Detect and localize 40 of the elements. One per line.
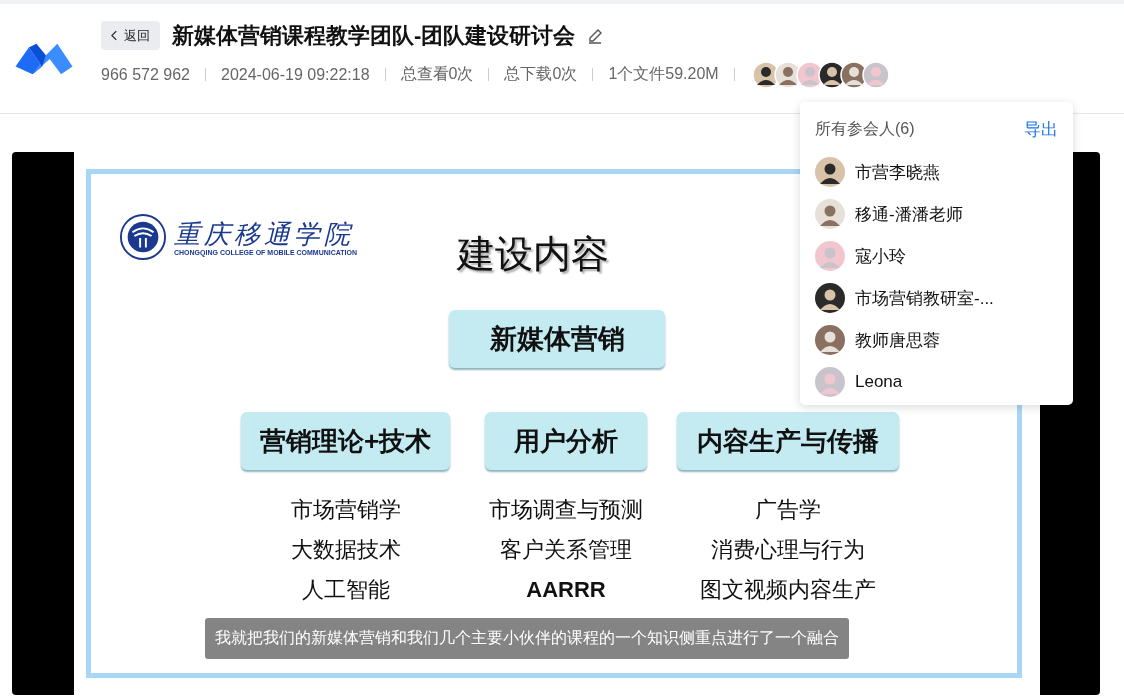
participant-name[interactable]: 教师唐思蓉 bbox=[855, 328, 940, 352]
school-name: 重庆移通学院 bbox=[174, 218, 355, 249]
subtitle-caption: 我就把我们的新媒体营销和我们几个主要小伙伴的课程的一个知识侧重点进行了一个融合 bbox=[205, 618, 849, 659]
avatar bbox=[815, 157, 845, 187]
course-text: 市场调查与预测 bbox=[489, 496, 643, 524]
chevron-left-icon bbox=[111, 30, 118, 41]
course-text: AARRR bbox=[526, 576, 606, 604]
meta-text: 2024-06-19 09:22:18 bbox=[221, 65, 370, 84]
topic-box: 用户分析 bbox=[485, 412, 647, 470]
avatar bbox=[815, 283, 845, 313]
meta-text: 966 572 962 bbox=[101, 65, 190, 84]
meta-text: 总查看0次 bbox=[400, 64, 474, 84]
export-link[interactable]: 导出 bbox=[1024, 118, 1058, 141]
avatar bbox=[815, 325, 845, 355]
participant-name[interactable]: 移通-潘潘老师 bbox=[855, 202, 963, 226]
course-text: 图文视频内容生产 bbox=[700, 576, 876, 604]
topic-box: 营销理论+技术 bbox=[241, 412, 450, 470]
popup-title: 所有参会人(6) bbox=[815, 119, 915, 139]
participant-name[interactable]: Leona bbox=[855, 372, 903, 392]
course-text: 市场营销学 bbox=[290, 496, 401, 524]
meta-text: 1个文件59.20M bbox=[608, 64, 719, 84]
course-text: 人工智能 bbox=[301, 576, 390, 604]
course-text: 消费心理与行为 bbox=[711, 536, 865, 564]
emblem-icon bbox=[118, 213, 168, 261]
meta-text: 总下载0次 bbox=[504, 64, 578, 84]
edit-icon[interactable] bbox=[587, 27, 604, 44]
slide-heading: 建设内容 bbox=[457, 232, 610, 277]
course-text: 广告学 bbox=[755, 496, 821, 524]
avatar bbox=[815, 367, 845, 397]
participant-name[interactable]: 市场营销教研室-... bbox=[855, 286, 994, 310]
back-button[interactable]: 返回 bbox=[101, 21, 160, 50]
avatar bbox=[815, 199, 845, 229]
meeting-title: 新媒体营销课程教学团队-团队建设研讨会 bbox=[172, 21, 576, 50]
avatar bbox=[815, 241, 845, 271]
participant-name[interactable]: 市营李晓燕 bbox=[855, 160, 940, 184]
participant-name[interactable]: 寇小玲 bbox=[855, 244, 906, 268]
topic-box: 内容生产与传播 bbox=[677, 412, 899, 470]
course-text: 客户关系管理 bbox=[500, 536, 632, 564]
topic-box: 新媒体营销 bbox=[449, 310, 665, 368]
course-text: 大数据技术 bbox=[290, 536, 401, 564]
